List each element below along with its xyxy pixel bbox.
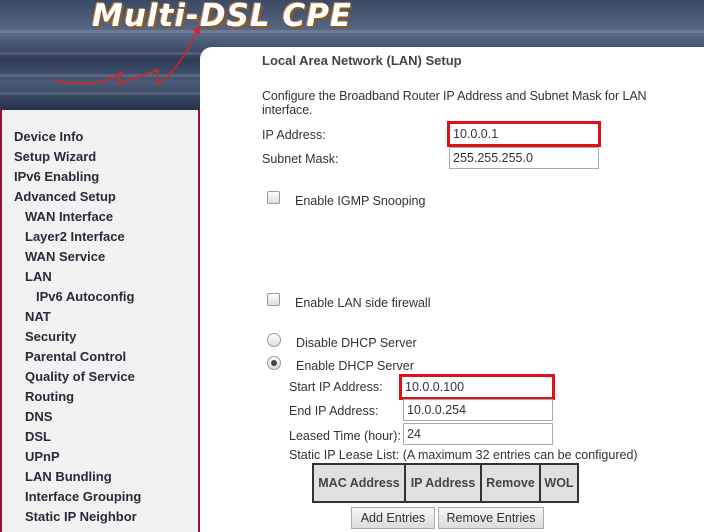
- sidebar-item-device-info[interactable]: Device Info: [14, 129, 83, 144]
- lan-firewall-label: Enable LAN side firewall: [295, 296, 431, 310]
- remove-entries-button[interactable]: Remove Entries: [438, 507, 544, 529]
- sidebar-item-security[interactable]: Security: [25, 329, 76, 344]
- sidebar-item-dns[interactable]: DNS: [25, 409, 52, 424]
- subnet-mask-input[interactable]: [449, 147, 599, 169]
- leased-time-label: Leased Time (hour):: [289, 429, 401, 443]
- igmp-snooping-label: Enable IGMP Snooping: [295, 194, 426, 208]
- start-ip-input[interactable]: [399, 374, 555, 400]
- sidebar-item-advanced-setup[interactable]: Advanced Setup: [14, 189, 116, 204]
- sidebar-item-setup-wizard[interactable]: Setup Wizard: [14, 149, 96, 164]
- leased-time-input[interactable]: [403, 423, 553, 445]
- sidebar-item-routing[interactable]: Routing: [25, 389, 74, 404]
- igmp-snooping-checkbox[interactable]: [267, 191, 280, 204]
- sidebar-item-static-ip-neighbor[interactable]: Static IP Neighbor: [25, 509, 137, 524]
- sidebar-item-dsl[interactable]: DSL: [25, 429, 51, 444]
- end-ip-input[interactable]: [403, 399, 553, 421]
- end-ip-label: End IP Address:: [289, 404, 379, 418]
- sidebar-item-wan-interface[interactable]: WAN Interface: [25, 209, 113, 224]
- sidebar-item-parental-control[interactable]: Parental Control: [25, 349, 126, 364]
- static-lease-label: Static IP Lease List: (A maximum 32 entr…: [289, 448, 638, 462]
- sidebar-item-lan-bundling[interactable]: LAN Bundling: [25, 469, 112, 484]
- enable-dhcp-label: Enable DHCP Server: [296, 359, 414, 373]
- ip-address-input[interactable]: [447, 121, 601, 147]
- sidebar-item-nat[interactable]: NAT: [25, 309, 51, 324]
- lan-firewall-checkbox[interactable]: [267, 293, 280, 306]
- sidebar-item-wan-service[interactable]: WAN Service: [25, 249, 105, 264]
- col-ip-address: IP Address: [404, 463, 482, 503]
- add-entries-button[interactable]: Add Entries: [351, 507, 435, 529]
- subnet-mask-label: Subnet Mask:: [262, 152, 339, 166]
- sidebar-item-ipv6-enabling[interactable]: IPv6 Enabling: [14, 169, 99, 184]
- disable-dhcp-label: Disable DHCP Server: [296, 336, 417, 350]
- col-mac-address: MAC Address: [312, 463, 406, 503]
- description: Configure the Broadband Router IP Addres…: [262, 89, 647, 117]
- disable-dhcp-radio[interactable]: [267, 333, 281, 347]
- sidebar-item-quality-of-service[interactable]: Quality of Service: [25, 369, 135, 384]
- sidebar-item-upnp[interactable]: UPnP: [25, 449, 60, 464]
- sidebar-item-layer2-interface[interactable]: Layer2 Interface: [25, 229, 125, 244]
- logo: Multi-DSL CPE: [92, 0, 353, 34]
- sidebar-item-interface-grouping[interactable]: Interface Grouping: [25, 489, 141, 504]
- page-title: Local Area Network (LAN) Setup: [262, 53, 462, 68]
- ip-address-label: IP Address:: [262, 128, 326, 142]
- sidebar-item-lan[interactable]: LAN: [25, 269, 52, 284]
- col-remove: Remove: [480, 463, 541, 503]
- static-lease-table: MAC Address IP Address Remove WOL: [312, 463, 579, 503]
- col-wol: WOL: [539, 463, 579, 503]
- sidebar-item-ipv6-autoconfig[interactable]: IPv6 Autoconfig: [36, 289, 134, 304]
- start-ip-label: Start IP Address:: [289, 380, 383, 394]
- enable-dhcp-radio[interactable]: [267, 356, 281, 370]
